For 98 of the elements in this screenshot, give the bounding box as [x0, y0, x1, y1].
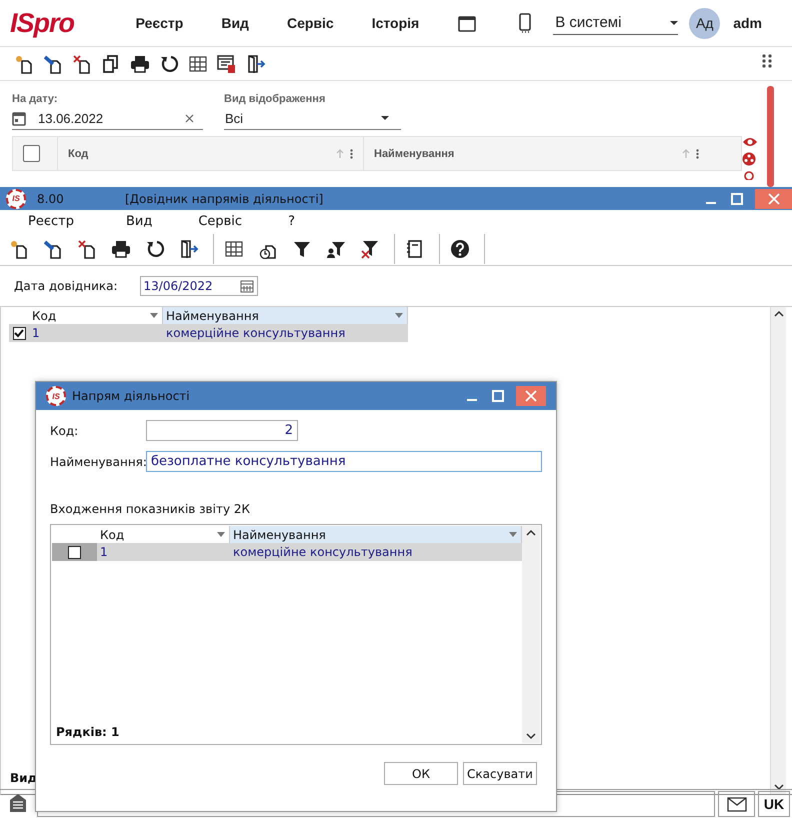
mail-icon [726, 796, 746, 812]
clear-filter-icon[interactable] [360, 238, 380, 258]
table-cell-text: комерційне консультування [232, 545, 412, 559]
print-icon[interactable] [111, 238, 131, 258]
table-icon[interactable] [188, 54, 208, 74]
scrollbar[interactable] [522, 526, 540, 743]
calendar-icon[interactable] [457, 13, 478, 33]
menu-item[interactable]: ? [288, 214, 295, 228]
date-field[interactable]: 13.06.2022 [12, 107, 203, 130]
app-logo: IS [6, 188, 26, 208]
more-icon[interactable] [762, 54, 772, 68]
window-number: 8.00 [37, 192, 65, 206]
mail-button[interactable] [718, 791, 755, 817]
maximize-icon[interactable] [492, 390, 504, 402]
delete-document-icon[interactable] [72, 54, 92, 74]
notebook-icon[interactable] [405, 238, 425, 258]
code-field[interactable]: 2 [146, 420, 298, 441]
title-bar[interactable]: IS 8.00 [Довідник напрямів діяльності] [0, 187, 792, 210]
close-button[interactable] [516, 386, 546, 406]
table-icon[interactable] [224, 238, 244, 258]
table-cell-text: 1 [31, 326, 41, 340]
close-icon [768, 192, 780, 204]
help-icon[interactable] [450, 238, 470, 258]
search-icon[interactable] [742, 170, 756, 180]
row-checkbox[interactable] [68, 546, 81, 558]
clear-icon[interactable] [185, 114, 194, 122]
select-all-checkbox[interactable] [23, 145, 40, 162]
user-avatar[interactable]: Ад [689, 8, 720, 38]
menu-item[interactable]: Реєстр [28, 214, 74, 228]
scroll-down-icon[interactable] [526, 732, 536, 740]
scrollbar[interactable] [767, 86, 774, 187]
app-logo: IS [46, 386, 66, 406]
status-select[interactable]: В системі [553, 11, 678, 35]
more-icon[interactable] [350, 148, 353, 158]
close-icon [525, 390, 537, 402]
table-row[interactable]: 1 комерційне консультування [9, 324, 408, 342]
column-header[interactable]: Код [68, 148, 88, 160]
menu-item[interactable]: Сервіс [198, 214, 242, 228]
menu-item[interactable]: Реєстр [136, 15, 184, 31]
caret-icon [670, 20, 678, 24]
calendar-icon[interactable] [12, 110, 26, 126]
scroll-up-icon[interactable] [526, 529, 536, 537]
window-title: [Довідник напрямів діяльності] [125, 192, 324, 206]
palette-icon[interactable] [742, 152, 756, 166]
new-document-icon[interactable] [14, 54, 34, 74]
field-label: Вид відображення [224, 93, 326, 105]
row-checkbox[interactable] [12, 326, 26, 340]
title-bar[interactable]: IS Напрям діяльності [36, 382, 556, 410]
caret-icon [150, 313, 158, 318]
edit-document-icon[interactable] [43, 238, 63, 258]
caret-icon [395, 313, 403, 318]
form-window-icon[interactable] [217, 54, 237, 74]
more-icon[interactable] [696, 148, 699, 158]
new-document-icon[interactable] [9, 238, 29, 258]
close-button[interactable] [755, 188, 792, 208]
building-icon[interactable] [8, 792, 28, 813]
row-count: Рядків: 1 [55, 725, 120, 741]
app-logo[interactable]: ISpro [10, 8, 128, 38]
field-label: На дату: [12, 93, 59, 105]
view-select[interactable]: Всі [224, 107, 401, 130]
delete-document-icon[interactable] [77, 238, 97, 258]
exit-icon[interactable] [179, 238, 199, 258]
column-header[interactable]: Найменування [230, 526, 522, 543]
scroll-down-icon[interactable] [774, 783, 784, 791]
exit-icon[interactable] [246, 54, 266, 74]
menu-item[interactable]: Вид [221, 15, 249, 31]
check-icon [14, 328, 24, 338]
print-icon[interactable] [130, 54, 150, 74]
menu-item[interactable]: Сервіс [286, 15, 334, 31]
cancel-button[interactable]: Скасувати [463, 762, 537, 785]
refresh-icon[interactable] [159, 54, 179, 74]
table-cell-text: 1 [99, 545, 109, 559]
edit-document-icon[interactable] [43, 54, 63, 74]
user-name: adm [733, 15, 762, 31]
caret-icon [217, 532, 225, 537]
menu-item[interactable]: Вид [126, 214, 152, 228]
field-label: Найменування: [50, 454, 146, 468]
language-button[interactable]: UK [758, 791, 790, 817]
caret-icon [381, 116, 389, 120]
refresh-icon[interactable] [145, 238, 165, 258]
calendar-icon[interactable] [240, 280, 254, 292]
column-header[interactable]: Найменування [163, 307, 408, 324]
date-field[interactable]: 13/06/2022 [140, 276, 258, 296]
table-row[interactable]: 1 комерційне консультування [52, 543, 522, 561]
name-field[interactable]: безоплатне консультування [146, 451, 542, 472]
scrollbar[interactable] [770, 307, 786, 794]
field-label: Код: [50, 424, 80, 438]
maximize-icon[interactable] [731, 192, 743, 204]
copy-icon[interactable] [101, 54, 121, 74]
ok-button[interactable]: ОК [384, 762, 458, 785]
column-header[interactable]: Найменування [374, 148, 454, 160]
scroll-up-icon[interactable] [774, 310, 784, 318]
field-label: Дата довідника: [14, 279, 118, 293]
menu-item[interactable]: Історія [372, 15, 420, 31]
table-cell-text: комерційне консультування [165, 326, 346, 340]
caret-icon [509, 532, 517, 537]
section-label: Входження показників звіту 2К [50, 502, 250, 516]
dialog-title: Напрям діяльності [72, 389, 190, 403]
